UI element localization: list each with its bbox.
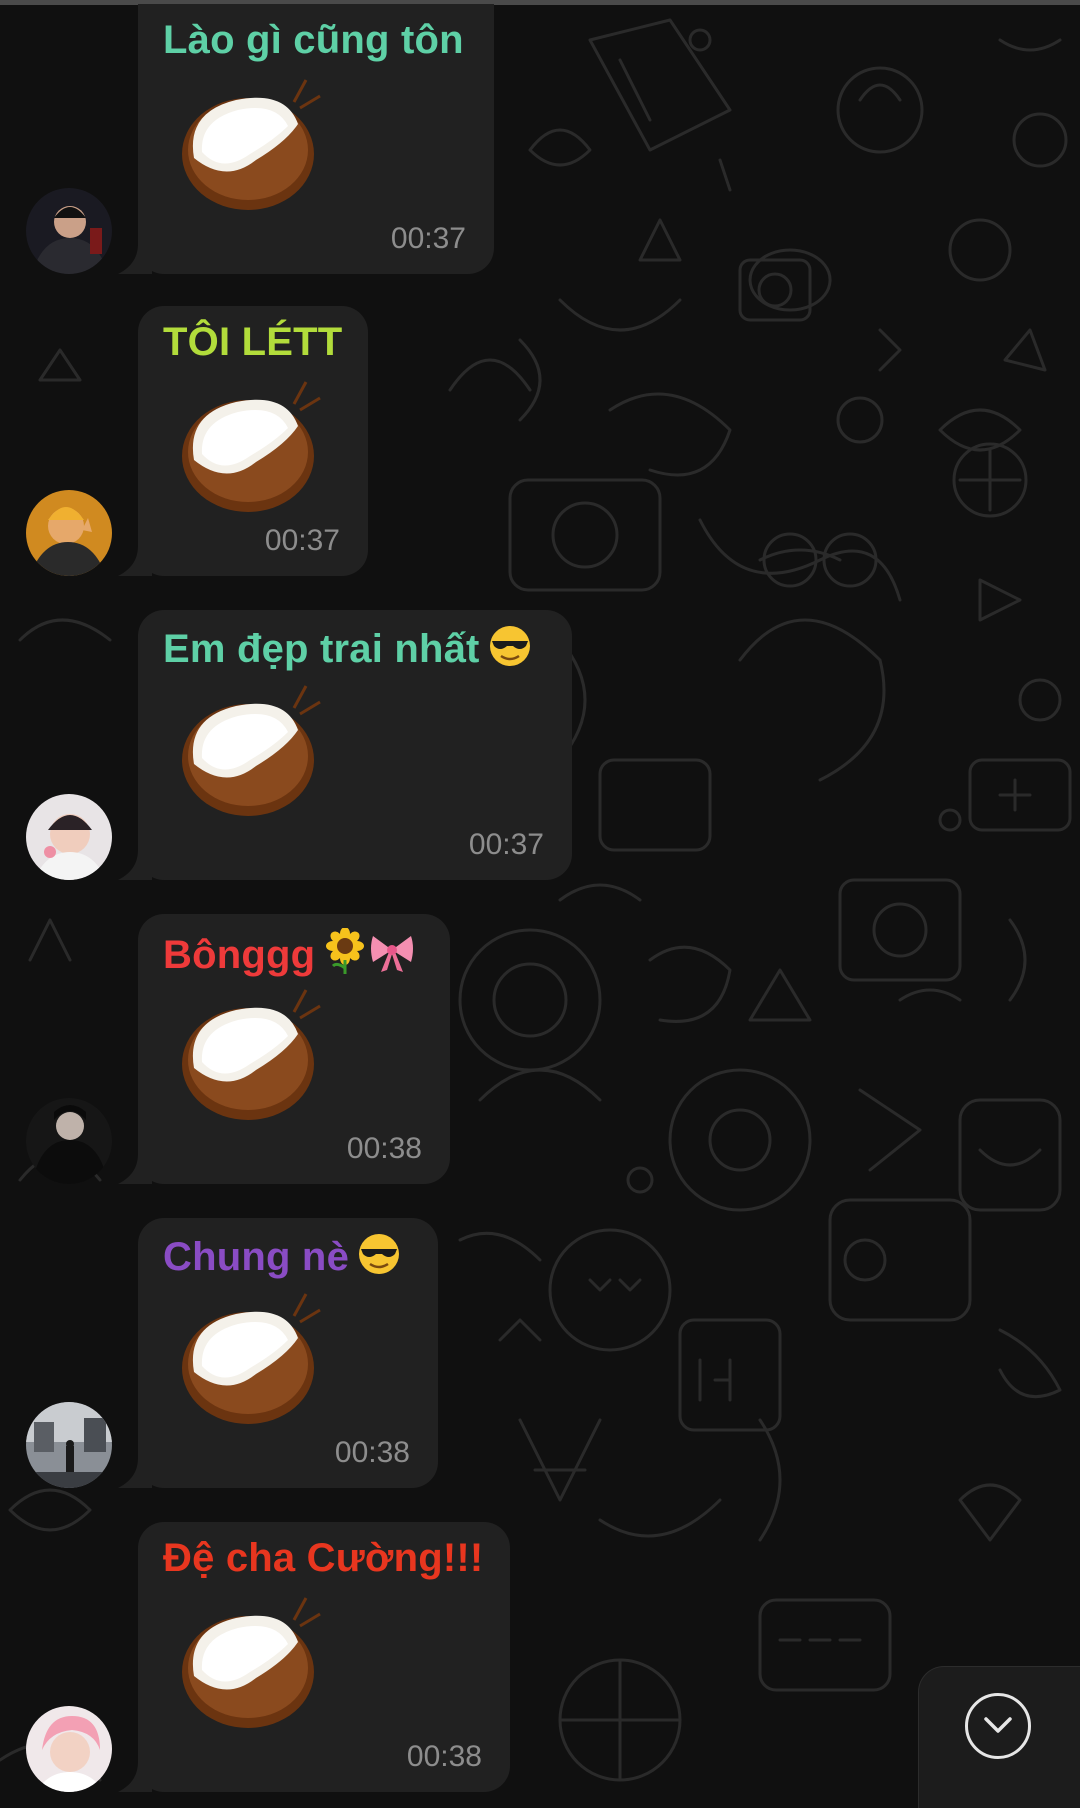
sunflower-emoji-icon [326,928,365,974]
avatar[interactable] [26,188,112,274]
message-time: 00:37 [264,524,340,557]
message-time: 00:37 [390,222,466,255]
message-time: 00:38 [346,1132,422,1165]
message-bubble[interactable]: TÔI LÉTT 00:37 [138,306,368,576]
avatar[interactable] [26,490,112,576]
message-time: 00:37 [468,828,544,861]
bubble-tail [118,850,152,880]
sender-name-text: Em đẹp trai nhất [163,627,480,671]
scroll-to-bottom-button[interactable] [918,1666,1080,1808]
bubble-tail [118,546,152,576]
sender-name[interactable]: Bônggg [163,928,415,978]
coconut-sticker[interactable] [176,678,326,818]
chat-screen: Lào gì cũng tôn 00:37 TÔI LÉTT 00:37 Em … [0,0,1080,1808]
bubble-tail [118,244,152,274]
ribbon-emoji-icon [371,936,414,972]
sender-name[interactable]: Lào gì cũng tôn [163,18,464,63]
message-time: 00:38 [334,1436,410,1469]
sender-name-text: Chung nè [163,1235,350,1279]
message-bubble[interactable]: Bônggg 00:38 [138,914,450,1184]
chevron-down-icon [984,1717,1012,1733]
avatar[interactable] [26,1706,112,1792]
bubble-tail [118,1458,152,1488]
avatar[interactable] [26,794,112,880]
avatar[interactable] [26,1402,112,1488]
bubble-tail [118,1762,152,1792]
coconut-sticker[interactable] [176,72,326,212]
sunglasses-emoji-icon [359,1234,400,1274]
coconut-sticker[interactable] [176,374,326,514]
sunglasses-emoji-icon [489,626,530,666]
avatar[interactable] [26,1098,112,1184]
coconut-sticker[interactable] [176,982,326,1122]
coconut-sticker[interactable] [176,1286,326,1426]
coconut-sticker[interactable] [176,1590,326,1730]
message-time: 00:38 [406,1740,482,1773]
sender-name[interactable]: TÔI LÉTT [163,320,342,365]
bubble-tail [118,1154,152,1184]
message-bubble[interactable]: Lào gì cũng tôn 00:37 [138,4,494,274]
sender-name-text: Bônggg [163,933,316,977]
sender-name[interactable]: Đệ cha Cường!!! [163,1536,483,1581]
sender-name[interactable]: Chung nè [163,1232,401,1280]
message-bubble[interactable]: Em đẹp trai nhất 00:37 [138,610,572,880]
message-bubble[interactable]: Đệ cha Cường!!! 00:38 [138,1522,510,1792]
message-bubble[interactable]: Chung nè 00:38 [138,1218,438,1488]
sender-name[interactable]: Em đẹp trai nhất [163,624,532,672]
